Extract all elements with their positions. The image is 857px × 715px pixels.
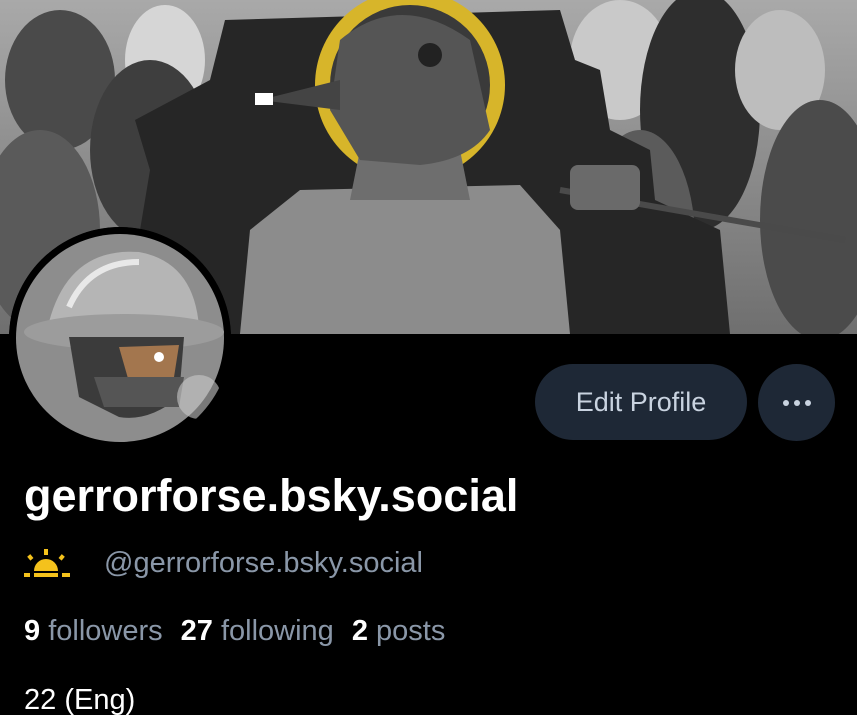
followers-stat[interactable]: 9 followers xyxy=(24,615,163,648)
ellipsis-icon xyxy=(782,399,811,406)
following-count: 27 xyxy=(180,615,213,647)
handle-text[interactable]: @gerrorforse.bsky.social xyxy=(104,547,423,580)
following-label: following xyxy=(220,615,334,647)
posts-count: 2 xyxy=(351,615,368,647)
knight-helmet-avatar-icon xyxy=(9,227,231,449)
following-stat[interactable]: 27 following xyxy=(181,615,334,648)
profile-stats: 9 followers 27 following 2 posts xyxy=(24,615,463,648)
followers-label: followers xyxy=(48,615,163,647)
followers-count: 9 xyxy=(24,615,41,647)
profile-bio: 22 (Eng) xyxy=(24,684,136,715)
avatar[interactable] xyxy=(9,227,231,449)
more-options-button[interactable] xyxy=(758,364,835,441)
posts-stat: 2 posts xyxy=(352,615,446,648)
edit-profile-label: Edit Profile xyxy=(575,386,707,417)
handle-row: @gerrorforse.bsky.social xyxy=(24,547,423,580)
posts-label: posts xyxy=(376,615,446,647)
profile-page: Edit Profile gerrorforse.bsky.social @ge… xyxy=(0,0,857,715)
edit-profile-button[interactable]: Edit Profile xyxy=(535,364,747,440)
sunrise-icon xyxy=(24,548,72,579)
display-name: gerrorforse.bsky.social xyxy=(24,470,519,521)
